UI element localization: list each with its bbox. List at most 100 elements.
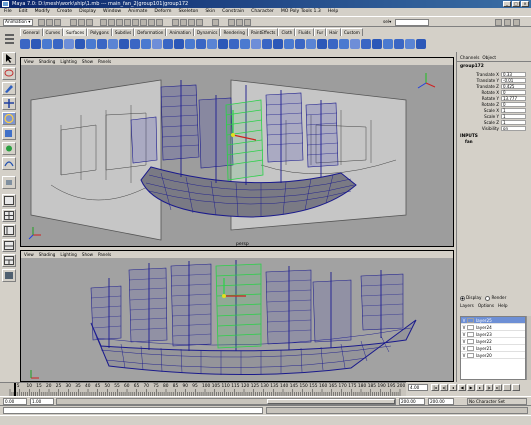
open-scene-icon[interactable] [46, 19, 53, 26]
shelf-tool-icon[interactable] [339, 38, 349, 49]
layer-type-toggle[interactable] [467, 331, 474, 337]
animation-start-field[interactable]: 0.00 [3, 398, 27, 405]
single-perspective-layout-icon[interactable] [2, 194, 16, 207]
paint-select-tool-icon[interactable] [2, 82, 16, 95]
shelf-tool-icon[interactable] [251, 38, 261, 49]
layer-type-toggle[interactable] [467, 338, 474, 344]
layer-type-toggle[interactable] [467, 324, 474, 330]
render-globals-icon[interactable] [244, 19, 251, 26]
layer-type-toggle[interactable] [467, 352, 474, 358]
shelf-tool-icon[interactable] [174, 38, 184, 49]
lasso-tool-icon[interactable] [2, 67, 16, 80]
step-back-frame-button[interactable]: ◂ [449, 384, 457, 391]
viewport-menu-shading[interactable]: Shading [39, 58, 56, 65]
range-slider-handle[interactable] [267, 399, 395, 404]
shelf-tool-icon[interactable] [130, 38, 140, 49]
channel-label[interactable]: Translate Y [457, 78, 501, 83]
maximize-button[interactable]: □ [512, 1, 520, 7]
shelf-tab-dynamics[interactable]: Dynamics [193, 28, 221, 36]
channel-label[interactable]: Rotate X [457, 90, 501, 95]
snap-point-icon[interactable] [188, 19, 195, 26]
channel-label[interactable]: Visibility [457, 126, 501, 131]
shelf-tab-cloth[interactable]: Cloth [278, 28, 296, 36]
shelf-tab-general[interactable]: General [20, 28, 43, 36]
viewport-menu-shading[interactable]: Shading [39, 251, 56, 258]
shelf-tab-subdivs[interactable]: Subdivs [111, 28, 135, 36]
shelf-tool-icon[interactable] [185, 38, 195, 49]
layer-row[interactable]: Vlayer22 [461, 338, 525, 345]
shelf-tab-surfaces[interactable]: Surfaces [63, 28, 88, 36]
menu-modify[interactable]: Modify [35, 8, 50, 16]
render-layers-radio[interactable]: Render [485, 295, 506, 301]
channel-value-field[interactable]: 13.777 [501, 95, 526, 101]
play-forwards-button[interactable]: ▶ [467, 384, 475, 391]
shelf-tool-icon[interactable] [108, 38, 118, 49]
new-scene-icon[interactable] [38, 19, 45, 26]
menu-window[interactable]: Window [103, 8, 121, 16]
shelf-tab-fur[interactable]: Fur [313, 28, 327, 36]
shelf-menu-icon[interactable] [2, 30, 18, 50]
shelf-tool-icon[interactable] [295, 38, 305, 49]
side-viewport[interactable]: View Shading Lighting Show Panels [20, 250, 454, 382]
layer-row[interactable]: Vlayer21 [461, 345, 525, 352]
layer-row[interactable]: Vlayer20 [461, 352, 525, 359]
select-component-icon[interactable] [86, 19, 93, 26]
menu-character[interactable]: Character [251, 8, 274, 16]
shelf-tool-icon[interactable] [383, 38, 393, 49]
character-set-dropdown[interactable]: No Character Set [467, 398, 527, 405]
shelf-tool-icon[interactable] [317, 38, 327, 49]
shelf-tool-icon[interactable] [262, 38, 272, 49]
shelf-tool-icon[interactable] [394, 38, 404, 49]
history-icon[interactable] [212, 19, 219, 26]
soft-mod-tool-icon[interactable] [2, 157, 16, 170]
menu-mo-poly-tools-1-3[interactable]: MO Poly Tools 1.3 [281, 8, 321, 16]
viewport-menu-show[interactable]: Show [82, 58, 93, 65]
shelf-tab-curves[interactable]: Curves [42, 28, 64, 36]
shelf-tool-icon[interactable] [416, 38, 426, 49]
time-slider-playhead[interactable] [14, 383, 16, 396]
animation-preferences-button[interactable] [512, 384, 520, 391]
channel-value-field[interactable]: 1 [501, 119, 526, 125]
mask-rendering-icon[interactable] [148, 19, 155, 26]
snap-curve-icon[interactable] [180, 19, 187, 26]
channel-value-field[interactable]: 0 [501, 101, 526, 107]
scale-tool-icon[interactable] [2, 127, 16, 140]
shelf-tool-icon[interactable] [361, 38, 371, 49]
channel-value-field[interactable]: 1 [501, 107, 526, 113]
play-backwards-button[interactable]: ◀ [458, 384, 466, 391]
select-tool-icon[interactable] [2, 52, 16, 65]
perspective-canvas[interactable]: persp [21, 65, 453, 246]
ipr-render-icon[interactable] [236, 19, 243, 26]
render-icon[interactable] [228, 19, 235, 26]
auto-key-button[interactable] [503, 384, 511, 391]
step-forward-frame-button[interactable]: ▸ [476, 384, 484, 391]
shelf-tool-icon[interactable] [405, 38, 415, 49]
shelf-tool-icon[interactable] [372, 38, 382, 49]
animation-end-field[interactable]: 200.00 [428, 398, 454, 405]
viewport-menu-panels[interactable]: Panels [98, 58, 111, 65]
shelf-tool-icon[interactable] [64, 38, 74, 49]
time-slider[interactable]: 5 10 15 20 25 30 35 40 45 50 55 60 65 70 75 80 85 90 95 100… [0, 382, 406, 396]
menu-animate[interactable]: Animate [128, 8, 147, 16]
channel-label[interactable]: Scale Y [457, 114, 501, 119]
shelf-tool-icon[interactable] [306, 38, 316, 49]
save-scene-icon[interactable] [54, 19, 61, 26]
channel-value-field[interactable]: 0 [501, 89, 526, 95]
input-node-fan[interactable]: fan [457, 139, 531, 144]
layer-type-toggle[interactable] [467, 317, 474, 323]
mask-curves-icon[interactable] [116, 19, 123, 26]
perspective-viewport[interactable]: View Shading Lighting Show Panels persp [20, 57, 454, 247]
shelf-tab-deformation[interactable]: Deformation [134, 28, 167, 36]
step-forward-key-button[interactable]: |▸ [485, 384, 493, 391]
shelf-tool-icon[interactable] [218, 38, 228, 49]
side-canvas[interactable] [21, 258, 453, 381]
menu-file[interactable]: File [4, 8, 12, 16]
menu-deform[interactable]: Deform [154, 8, 171, 16]
select-hierarchy-icon[interactable] [70, 19, 77, 26]
hypershade-layout-icon[interactable] [2, 254, 16, 267]
step-back-key-button[interactable]: ◂| [440, 384, 448, 391]
show-channel-box-icon[interactable] [513, 19, 520, 26]
shelf-tool-icon[interactable] [97, 38, 107, 49]
viewport-menu-lighting[interactable]: Lighting [60, 58, 77, 65]
shelf-tab-rendering[interactable]: Rendering [220, 28, 248, 36]
